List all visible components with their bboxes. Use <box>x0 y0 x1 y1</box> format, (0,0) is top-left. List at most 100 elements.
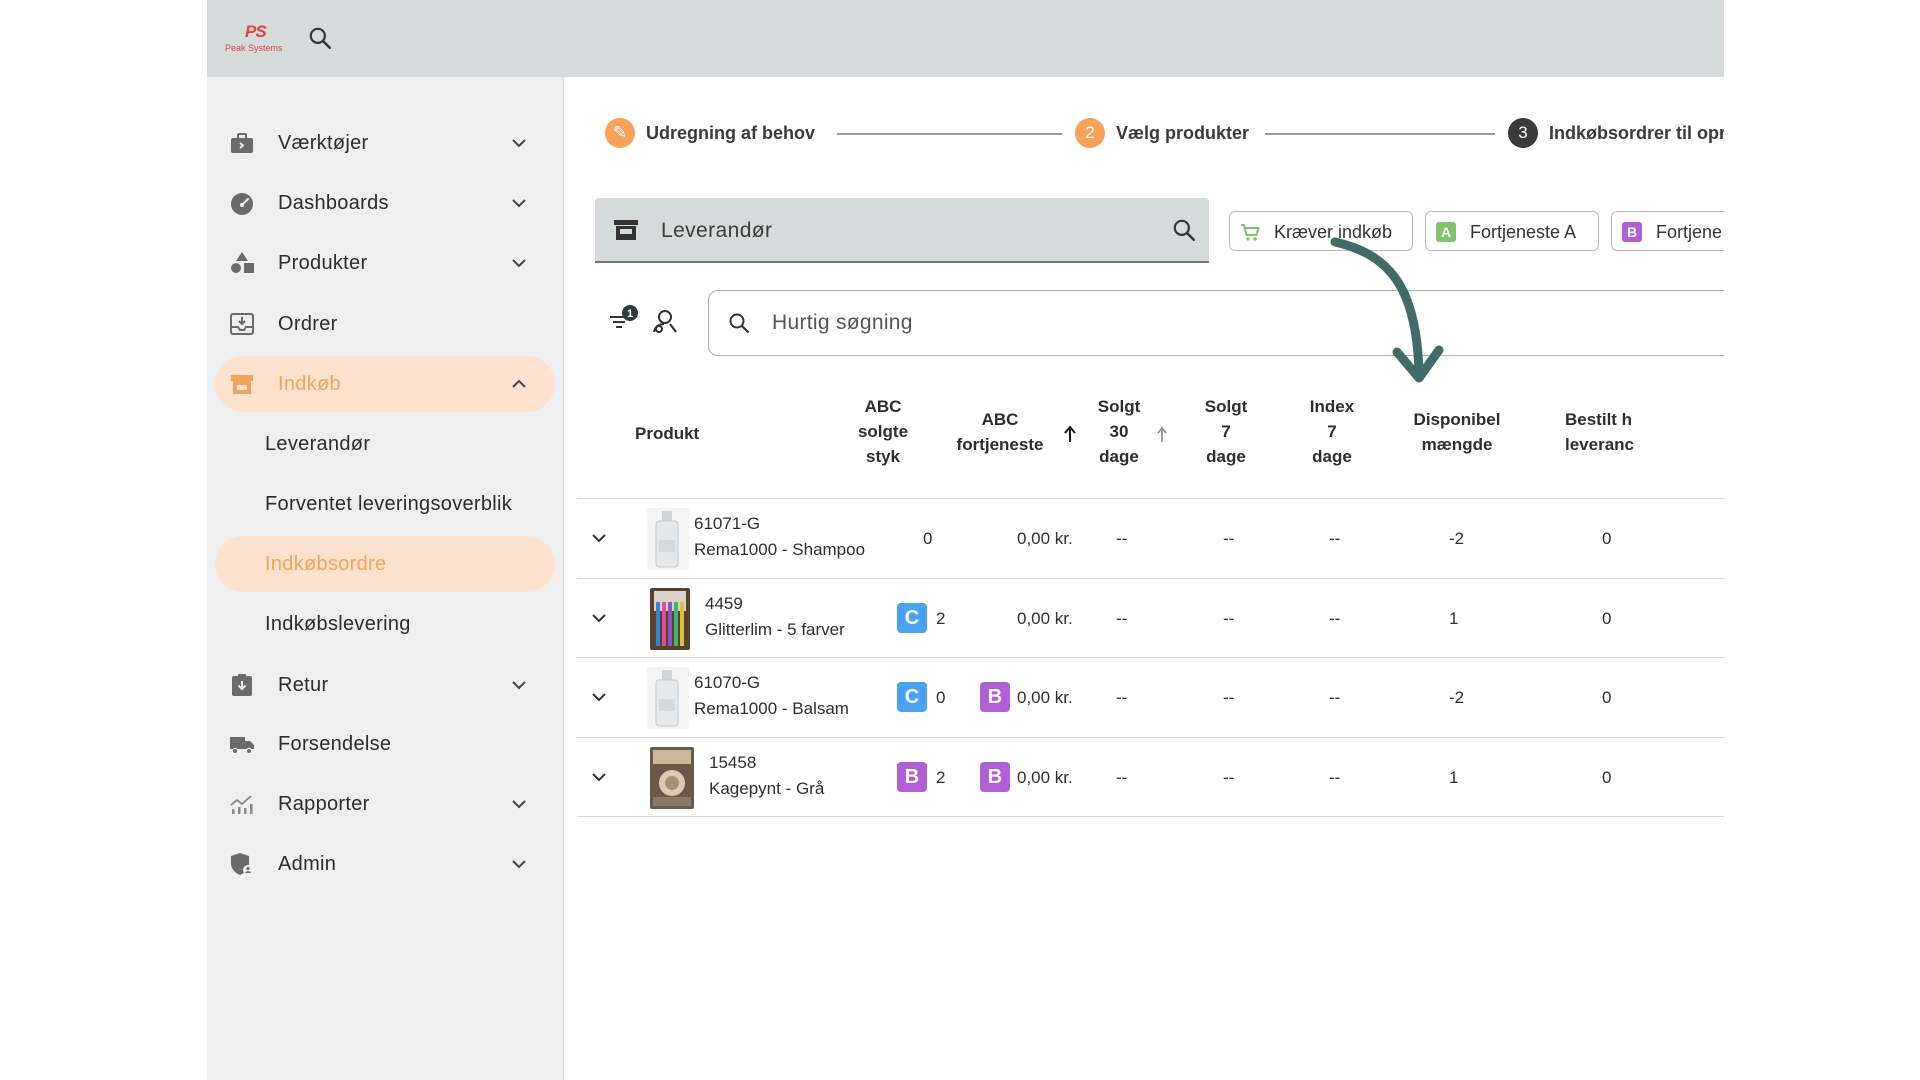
chevron-down-icon[interactable] <box>589 608 609 628</box>
chart-icon <box>230 795 253 814</box>
sidebar-item-label: Retur <box>278 674 329 696</box>
sidebar-item-forsendelse[interactable]: Forsendelse <box>207 716 564 772</box>
abc-profit-value: 0,00 kr. <box>1017 768 1073 787</box>
sidebar-item-ordrer[interactable]: Ordrer <box>207 296 564 352</box>
sidebar-item-vaerktojer[interactable]: Værktøjer <box>207 115 564 171</box>
chevron-down-icon <box>512 800 526 809</box>
sidebar-item-admin[interactable]: Admin <box>207 836 564 892</box>
available-value: -2 <box>1449 688 1465 707</box>
sold-7-value: -- <box>1223 609 1235 628</box>
step-number: 2 <box>1075 118 1105 148</box>
column-header-abc-fortjeneste[interactable]: ABC fortjeneste <box>940 407 1060 457</box>
ordered-value: 0 <box>1602 688 1612 707</box>
submenu-item-indkobsordre[interactable]: Indkøbsordre <box>215 536 555 592</box>
submenu-item-label: Indkøbslevering <box>265 613 411 635</box>
filter-button[interactable]: 1 <box>608 303 638 335</box>
column-header-solgt-30-dage[interactable]: Solgt 30 dage <box>1089 394 1149 469</box>
pencil-icon: ✎ <box>605 118 635 148</box>
user-search-icon[interactable] <box>651 307 679 335</box>
header-text: dage <box>1099 447 1139 466</box>
search-icon <box>729 313 750 334</box>
table-row[interactable]: 61070-G Rema1000 - Balsam C 0 B 0,00 kr.… <box>577 657 1724 736</box>
supplier-select[interactable]: Leverandør <box>595 198 1209 263</box>
table-row[interactable]: 61071-G Rema1000 - Shampoo 0 0,00 kr. --… <box>577 498 1724 577</box>
table-row[interactable]: 15458 Kagepynt - Grå B 2 B 0,00 kr. -- -… <box>577 737 1724 816</box>
available-value: 1 <box>1449 609 1459 628</box>
top-bar: PS Peak Systems <box>207 0 1724 77</box>
product-image <box>647 508 689 570</box>
column-header-disponibel-maengde[interactable]: Disponibel mængde <box>1397 407 1517 457</box>
header-text: fortjeneste <box>956 435 1044 454</box>
ordered-value: 0 <box>1602 609 1612 628</box>
submenu-item-leverandor[interactable]: Leverandør <box>215 416 555 472</box>
product-number: 15458 <box>709 753 757 772</box>
header-text: mængde <box>1421 435 1493 454</box>
column-header-bestilt-hos-leverandor[interactable]: Bestilt h leveranc <box>1565 407 1724 457</box>
step-connector <box>837 133 1062 135</box>
sidebar-item-retur[interactable]: Retur <box>207 657 564 713</box>
sidebar-item-rapporter[interactable]: Rapporter <box>207 776 564 832</box>
quick-search-input[interactable] <box>772 307 1372 339</box>
quick-search-box[interactable] <box>708 290 1724 356</box>
product-name: Rema1000 - Balsam <box>694 699 849 718</box>
sort-arrow-up-icon[interactable] <box>1063 425 1077 443</box>
sidebar-item-indkob[interactable]: Indkøb <box>215 356 555 412</box>
chip-kraever-indkob[interactable]: Kræver indkøb <box>1229 211 1413 251</box>
filter-count: 1 <box>627 308 633 320</box>
sidebar-item-label: Rapporter <box>278 793 370 815</box>
product-number: 4459 <box>705 594 743 613</box>
sort-arrow-up-icon[interactable] <box>1155 425 1169 443</box>
header-text: ABC <box>864 397 902 416</box>
sidebar-item-label: Produkter <box>278 252 368 274</box>
table-bottom-border <box>577 816 1724 817</box>
header-text: leveranc <box>1565 435 1634 454</box>
storefront-icon <box>614 220 638 240</box>
sold-7-value: -- <box>1223 529 1235 548</box>
chevron-down-icon[interactable] <box>589 767 609 787</box>
sidebar-item-dashboards[interactable]: Dashboards <box>207 175 564 231</box>
index-7-value: -- <box>1329 609 1341 628</box>
column-header-solgt-7-dage[interactable]: Solgt 7 dage <box>1196 394 1256 469</box>
filter-icon: 1 <box>610 305 638 328</box>
header-text: dage <box>1206 447 1246 466</box>
chip-fortjeneste-a[interactable]: A Fortjeneste A <box>1425 211 1599 251</box>
submenu-item-forventet-leveringsoverblik[interactable]: Forventet leveringsoverblik <box>215 476 555 532</box>
sold-30-value: -- <box>1116 609 1128 628</box>
sidebar-item-label: Forsendelse <box>278 733 392 755</box>
header-text: Disponibel <box>1413 410 1501 429</box>
speedometer-icon <box>231 193 253 215</box>
sidebar-item-produkter[interactable]: Produkter <box>207 235 564 291</box>
ordered-value: 0 <box>1602 768 1612 787</box>
table-row[interactable]: 4459 Glitterlim - 5 farver C 2 0,00 kr. … <box>577 578 1724 657</box>
sold-30-value: -- <box>1116 688 1128 707</box>
badge-b-icon: B <box>1622 222 1642 242</box>
toolbox-icon <box>231 133 253 153</box>
abc-profit-badge: B <box>980 762 1010 792</box>
chevron-down-icon[interactable] <box>589 528 609 548</box>
abc-sold-badge: C <box>897 603 927 633</box>
search-icon[interactable] <box>307 25 333 51</box>
sold-7-value: -- <box>1223 688 1235 707</box>
header-text: Solgt <box>1204 397 1248 416</box>
shapes-icon <box>231 252 254 273</box>
column-header-index-7-dage[interactable]: Index 7 dage <box>1302 394 1362 469</box>
abc-sold-value: 2 <box>936 768 946 787</box>
chevron-down-icon <box>512 139 526 148</box>
index-7-value: -- <box>1329 529 1341 548</box>
product-name: Glitterlim - 5 farver <box>705 620 845 639</box>
header-text: dage <box>1312 447 1352 466</box>
peak-systems-logo[interactable]: PS Peak Systems <box>225 22 291 56</box>
supplier-label: Leverandør <box>661 219 773 242</box>
submenu-item-indkobslevering[interactable]: Indkøbslevering <box>215 596 555 652</box>
abc-profit-value: 0,00 kr. <box>1017 609 1073 628</box>
chip-fortjeneste-b[interactable]: B Fortjene <box>1611 211 1724 251</box>
shield-person-icon <box>231 853 253 875</box>
search-icon[interactable] <box>1171 217 1197 243</box>
chevron-down-icon[interactable] <box>589 687 609 707</box>
abc-sold-value: 0 <box>923 529 933 548</box>
column-header-produkt[interactable]: Produkt <box>635 421 699 446</box>
column-header-abc-solgte-styk[interactable]: ABC solgte styk <box>843 394 923 469</box>
abc-sold-value: 0 <box>936 688 946 707</box>
step-number: 3 <box>1508 118 1538 148</box>
product-number: 61071-G <box>694 514 761 533</box>
